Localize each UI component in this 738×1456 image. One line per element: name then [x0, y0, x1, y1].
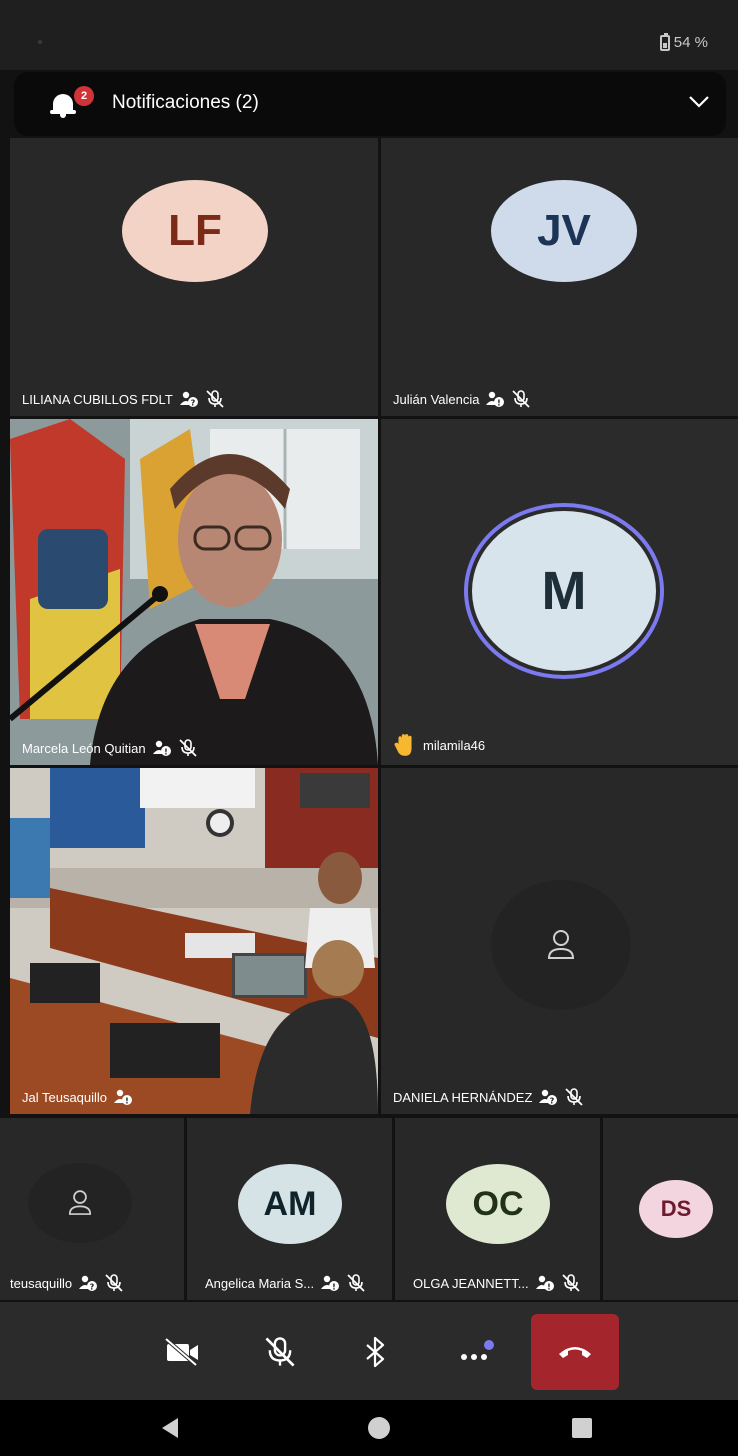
status-bar: 54 % — [0, 0, 738, 70]
system-navigation-bar — [0, 1400, 738, 1456]
mic-off-icon — [347, 1274, 365, 1292]
battery-level: 54 % — [673, 34, 708, 51]
unverified-user-icon: ? — [179, 391, 198, 408]
status-dot — [38, 40, 42, 44]
participant-tile-oc[interactable]: OC OLGA JEANNETT... ! — [395, 1118, 600, 1300]
battery-icon — [659, 32, 670, 51]
svg-text:?: ? — [190, 399, 195, 408]
avatar: OC — [446, 1164, 550, 1244]
svg-text:!: ! — [332, 1283, 336, 1292]
raised-hand-icon — [394, 734, 412, 756]
svg-text:!: ! — [164, 748, 168, 757]
mic-off-icon — [565, 1088, 584, 1106]
svg-text:!: ! — [547, 1283, 551, 1292]
chevron-down-icon[interactable] — [688, 90, 710, 112]
bluetooth-audio-button[interactable] — [354, 1330, 398, 1374]
participant-name-bar: DANIELA HERNÁNDEZ ? — [393, 1088, 584, 1106]
participant-name: milamila46 — [423, 737, 486, 753]
participant-tile-jv[interactable]: JV Julián Valencia ! — [381, 138, 738, 416]
mic-off-icon — [206, 390, 224, 408]
home-icon[interactable] — [368, 1417, 390, 1439]
recent-apps-icon[interactable] — [572, 1418, 592, 1438]
mic-off-icon — [265, 1337, 295, 1367]
participant-name-bar: LILIANA CUBILLOS FDLT ? — [22, 390, 225, 408]
video-feed — [10, 768, 378, 1114]
participant-tile-m[interactable]: M milamila46 — [381, 419, 738, 765]
camera-toggle-button[interactable] — [160, 1330, 204, 1374]
end-call-icon — [559, 1347, 591, 1358]
participant-name: Marcela León Quitian — [22, 740, 146, 756]
participant-tile-teusaquillo[interactable]: teusaquillo ? — [0, 1118, 184, 1300]
avatar — [491, 880, 631, 1010]
participant-name-bar: milamila46 — [393, 733, 485, 757]
participant-name: LILIANA CUBILLOS FDLT — [22, 391, 173, 407]
participant-tile-am[interactable]: AM Angelica Maria S... ! — [187, 1118, 392, 1300]
mic-off-icon — [512, 390, 531, 408]
notification-count-badge: 2 — [74, 86, 94, 106]
participant-name-bar: teusaquillo ? — [10, 1274, 124, 1292]
unverified-user-icon: ? — [79, 1275, 98, 1292]
svg-text:?: ? — [90, 1283, 95, 1292]
mic-off-icon — [561, 1274, 580, 1292]
participant-tile-lf[interactable]: LF LILIANA CUBILLOS FDLT ? — [10, 138, 378, 416]
avatar: M — [472, 511, 656, 671]
svg-text:?: ? — [550, 1097, 555, 1106]
mic-off-icon — [105, 1274, 123, 1292]
back-icon[interactable] — [162, 1418, 178, 1438]
participant-name-bar: Jal Teusaquillo ! — [22, 1088, 133, 1106]
participant-name: DANIELA HERNÁNDEZ — [393, 1089, 533, 1105]
avatar: DS — [639, 1180, 713, 1238]
participant-name: OLGA JEANNETT... — [413, 1275, 529, 1291]
participant-video-marcela[interactable]: Marcela León Quitian ! — [10, 419, 378, 765]
more-icon — [461, 1340, 494, 1360]
participant-tile-daniela[interactable]: DANIELA HERNÁNDEZ ? — [381, 768, 738, 1114]
avatar — [28, 1163, 132, 1243]
notifications-title: Notificaciones (2) — [112, 92, 259, 113]
more-options-button[interactable] — [454, 1330, 498, 1374]
avatar: LF — [122, 180, 268, 282]
end-call-button[interactable] — [531, 1314, 619, 1390]
participant-name-bar: Marcela León Quitian ! — [22, 739, 198, 757]
participant-name: Jal Teusaquillo — [22, 1089, 108, 1105]
participant-name-bar: OLGA JEANNETT... ! — [413, 1274, 581, 1292]
svg-text:!: ! — [125, 1097, 129, 1106]
participant-name-bar: Angelica Maria S... ! — [205, 1274, 366, 1292]
unverified-user-icon: ! — [486, 391, 505, 408]
participant-name: Julián Valencia — [393, 391, 480, 407]
camera-off-icon — [164, 1337, 198, 1367]
unverified-user-icon: ! — [321, 1275, 340, 1292]
participant-name-bar: Julián Valencia ! — [393, 390, 531, 408]
unverified-user-icon: ? — [539, 1089, 558, 1106]
svg-text:!: ! — [498, 399, 502, 408]
bell-icon — [50, 90, 76, 118]
mic-off-icon — [178, 739, 197, 757]
person-icon — [547, 930, 575, 959]
participant-name: teusaquillo — [10, 1275, 73, 1291]
battery-indicator: 54 % — [659, 32, 708, 51]
bluetooth-icon — [366, 1336, 385, 1368]
person-icon — [68, 1190, 92, 1215]
mic-toggle-button[interactable] — [258, 1330, 302, 1374]
participant-name: Angelica Maria S... — [205, 1275, 315, 1291]
call-toolbar — [0, 1302, 738, 1400]
video-feed — [10, 419, 378, 765]
notifications-banner[interactable]: 2 Notificaciones (2) — [14, 72, 726, 136]
participant-tile-ds[interactable]: DS — [603, 1118, 738, 1300]
unverified-user-icon: ! — [535, 1275, 554, 1292]
unverified-user-icon: ! — [114, 1089, 133, 1106]
avatar: JV — [491, 180, 637, 282]
avatar: AM — [238, 1164, 342, 1244]
participant-video-jal[interactable]: Jal Teusaquillo ! — [10, 768, 378, 1114]
unverified-user-icon: ! — [152, 740, 171, 757]
